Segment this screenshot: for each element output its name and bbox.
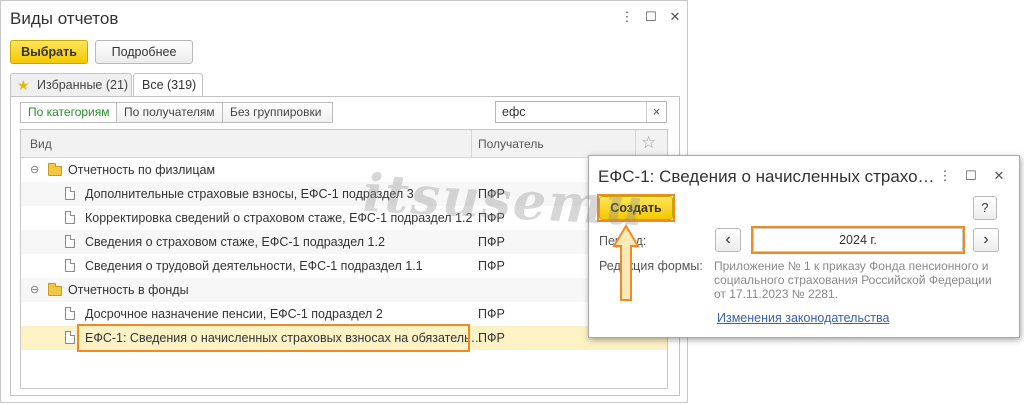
selected-row-highlight [77, 324, 470, 352]
more-icon[interactable]: ⋮ [937, 168, 953, 184]
tab-favorites[interactable]: ★ Избранные (21) [10, 73, 132, 97]
table-row[interactable]: Досрочное назначение пенсии, ЕФС-1 подра… [21, 302, 667, 326]
table-row[interactable]: Корректировка сведений о страховом стаже… [21, 206, 667, 230]
maximize-icon[interactable]: ☐ [963, 168, 979, 184]
table-row[interactable]: Дополнительные страховые взносы, ЕФС-1 п… [21, 182, 667, 206]
select-button[interactable]: Выбрать [10, 40, 88, 64]
document-icon [65, 187, 75, 200]
favorite-column-star-icon[interactable]: ☆ [641, 133, 656, 153]
row-recipient: ПФР [478, 235, 505, 249]
prev-period-button[interactable]: ‹ [715, 228, 741, 252]
grouping-by-recipient[interactable]: По получателям [116, 102, 223, 123]
row-recipient: ПФР [478, 187, 505, 201]
group-row[interactable]: ⊖ Отчетность в фонды [21, 278, 667, 302]
details-button[interactable]: Подробнее [95, 40, 193, 64]
search-value: ефс [502, 105, 526, 119]
table-row[interactable]: Сведения о страховом стаже, ЕФС-1 подраз… [21, 230, 667, 254]
document-icon [65, 331, 75, 344]
group-label: Отчетность в фонды [68, 283, 189, 297]
help-button[interactable]: ? [973, 196, 997, 220]
star-icon: ★ [17, 77, 30, 93]
tab-all-label: Все (319) [142, 78, 197, 92]
row-name: Корректировка сведений о страховом стаже… [85, 211, 473, 225]
document-icon [65, 235, 75, 248]
row-name: Дополнительные страховые взносы, ЕФС-1 п… [85, 187, 414, 201]
period-highlight [751, 226, 965, 254]
law-changes-link[interactable]: Изменения законодательства [717, 311, 889, 325]
arrow-up-icon [612, 224, 640, 301]
row-recipient: ПФР [478, 259, 505, 273]
tab-all[interactable]: Все (319) [133, 73, 203, 98]
row-recipient: ПФР [478, 331, 505, 345]
more-icon[interactable]: ⋮ [619, 9, 635, 25]
row-name: Досрочное назначение пенсии, ЕФС-1 подра… [85, 307, 383, 321]
report-kinds-table: Вид Получатель ☆ ⊖ Отчетность по физлица… [20, 129, 668, 389]
collapse-icon[interactable]: ⊖ [30, 158, 39, 182]
column-recipient[interactable]: Получатель [478, 137, 544, 151]
row-recipient: ПФР [478, 211, 505, 225]
clear-search-icon[interactable]: × [646, 102, 666, 122]
row-name: Сведения о страховом стаже, ЕФС-1 подраз… [85, 235, 385, 249]
efs1-dialog: ЕФС-1: Сведения о начисленных страхо… ⋮ … [588, 155, 1020, 338]
report-kinds-window: Виды отчетов ⋮ ☐ ✕ Выбрать Подробнее ★ И… [0, 0, 688, 403]
folder-icon [48, 283, 62, 296]
create-button-highlight [597, 194, 675, 222]
row-recipient: ПФР [478, 307, 505, 321]
close-icon[interactable]: ✕ [991, 168, 1007, 184]
close-icon[interactable]: ✕ [667, 9, 683, 25]
tab-favorites-label: Избранные (21) [37, 78, 129, 92]
window-title: Виды отчетов [10, 9, 119, 28]
row-name: Сведения о трудовой деятельности, ЕФС-1 … [85, 259, 423, 273]
table-row[interactable]: Сведения о трудовой деятельности, ЕФС-1 … [21, 254, 667, 278]
next-period-button[interactable]: › [973, 228, 999, 252]
document-icon [65, 259, 75, 272]
search-input[interactable]: ефс × [495, 101, 667, 123]
group-label: Отчетность по физлицам [68, 163, 216, 177]
form-edition-note: Приложение № 1 к приказу Фонда пенсионно… [714, 259, 992, 301]
document-icon [65, 211, 75, 224]
folder-icon [48, 163, 62, 176]
group-row[interactable]: ⊖ Отчетность по физлицам [21, 158, 667, 182]
grouping-by-category[interactable]: По категориям [20, 102, 117, 123]
grouping-none[interactable]: Без группировки [222, 102, 333, 123]
document-icon [65, 307, 75, 320]
table-header: Вид Получатель ☆ [21, 130, 667, 158]
collapse-icon[interactable]: ⊖ [30, 278, 39, 302]
maximize-icon[interactable]: ☐ [643, 9, 659, 25]
dialog-title: ЕФС-1: Сведения о начисленных страхо… [598, 167, 935, 186]
column-kind[interactable]: Вид [30, 137, 52, 151]
